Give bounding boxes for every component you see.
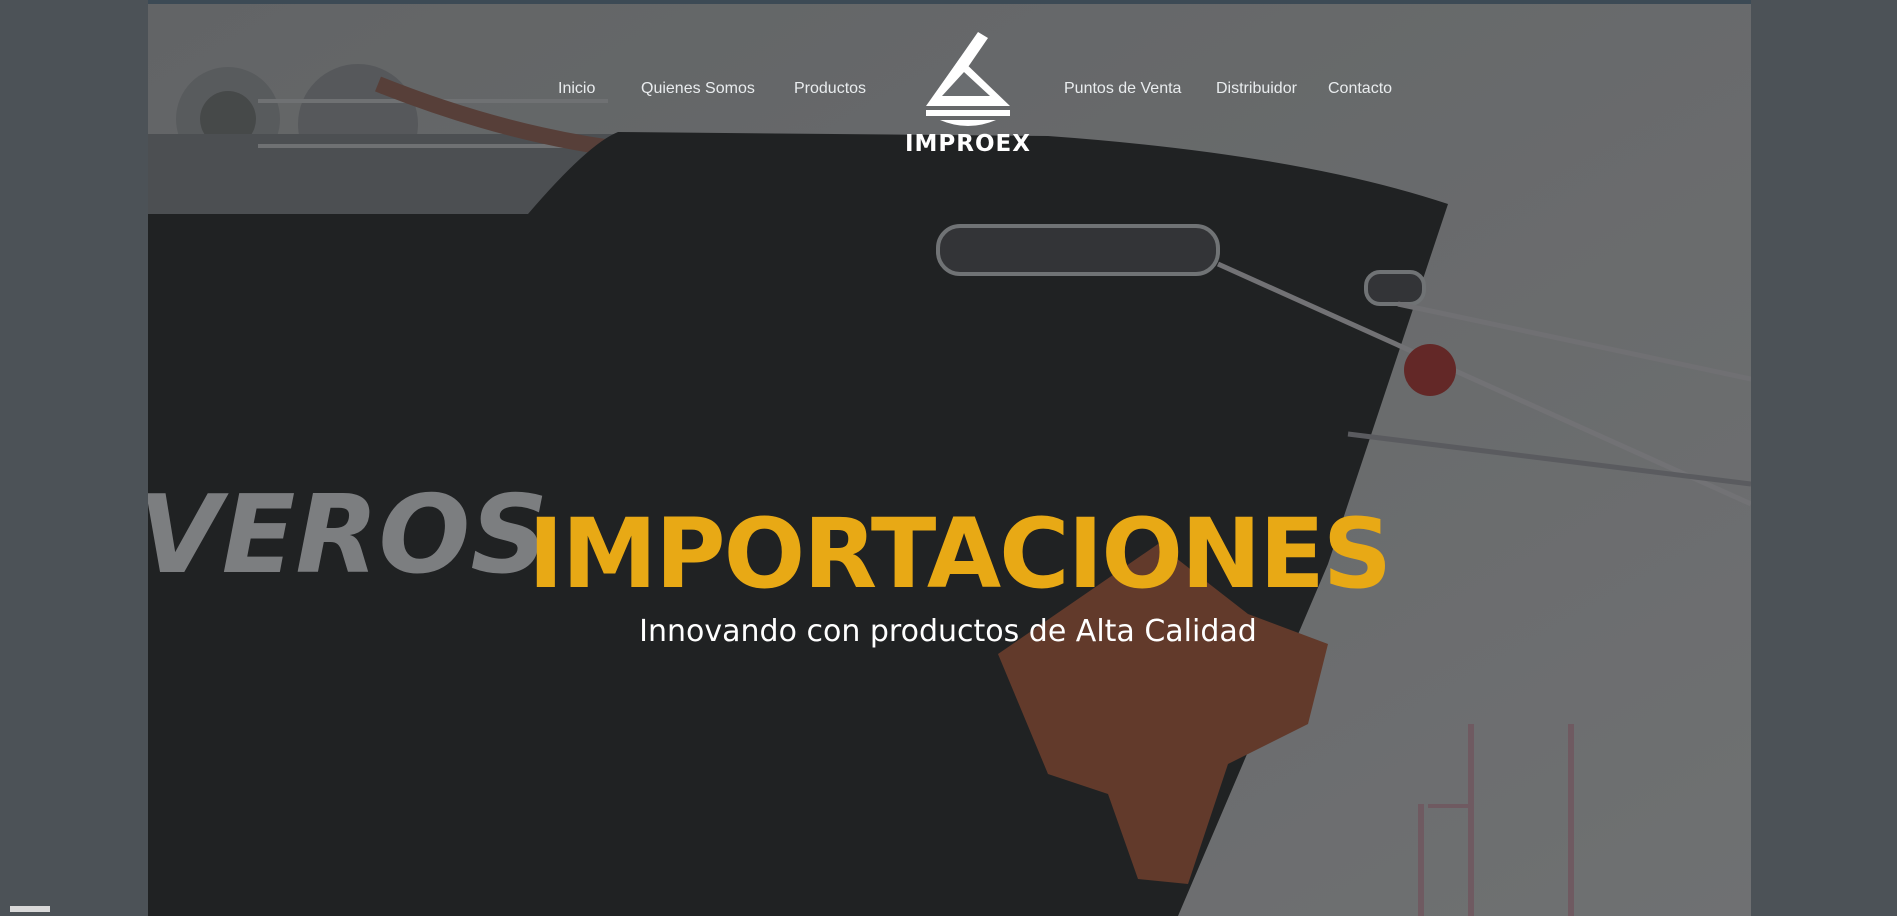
- nav-link-distribuidor[interactable]: Distribuidor: [1216, 80, 1297, 98]
- right-margin: [1751, 0, 1897, 916]
- bottom-edge-marker: [10, 906, 50, 912]
- brand-name: IMPROEX: [904, 131, 1031, 157]
- logo-mark-icon: [926, 32, 1010, 126]
- nav-link-productos[interactable]: Productos: [794, 80, 866, 98]
- hero-section: VEROS Inicio Quienes Somos Productos Pun…: [148, 4, 1751, 916]
- nav-link-contacto[interactable]: Contacto: [1328, 80, 1392, 98]
- hero-subtitle: Innovando con productos de Alta Calidad: [639, 614, 1257, 649]
- nav-link-inicio[interactable]: Inicio: [558, 80, 595, 98]
- nav-link-puntos-de-venta[interactable]: Puntos de Venta: [1064, 80, 1181, 98]
- hero-title: IMPORTACIONES: [528, 498, 1392, 611]
- left-margin: [0, 0, 148, 916]
- nav-link-quienes-somos[interactable]: Quienes Somos: [641, 80, 755, 98]
- brand-logo[interactable]: IMPROEX: [898, 28, 1038, 157]
